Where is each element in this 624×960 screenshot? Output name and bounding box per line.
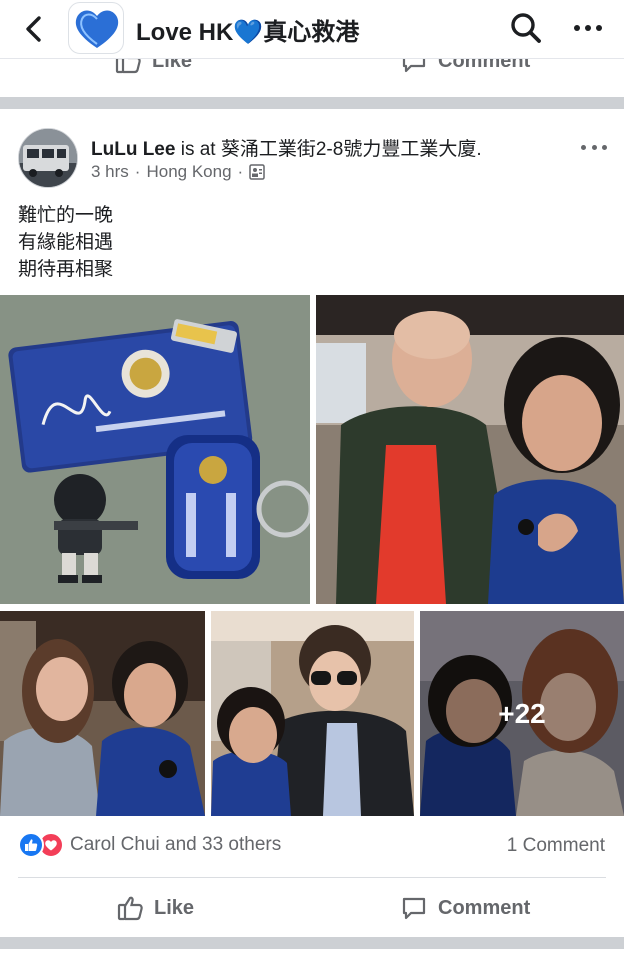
back-button[interactable] xyxy=(18,13,50,45)
more-photos-overlay[interactable]: +22 xyxy=(420,611,624,816)
post-author-line: LuLu Lee is at 葵涌工業街2-8號力豐工業大廈. xyxy=(91,134,482,161)
comment-icon xyxy=(402,59,426,73)
author-avatar[interactable] xyxy=(18,128,78,188)
feed-separator xyxy=(0,937,624,949)
photo-two-women[interactable] xyxy=(0,611,205,816)
action-divider xyxy=(18,877,606,878)
comments-count[interactable]: 1 Comment xyxy=(507,835,605,857)
previous-comment-label: Comment xyxy=(438,58,531,72)
dot xyxy=(574,25,580,31)
photo-image xyxy=(211,611,414,816)
post-meta: 3 hrs · Hong Kong · xyxy=(91,162,265,182)
comment-label: Comment xyxy=(438,896,531,919)
post-text-line: 期待再相聚 xyxy=(18,259,114,280)
public-audience-icon xyxy=(249,164,265,180)
like-reaction-icon xyxy=(18,832,44,858)
photo-usb-card-keychain[interactable] xyxy=(0,295,310,604)
photo-image xyxy=(0,611,205,816)
avatar-photo xyxy=(19,129,77,187)
search-icon xyxy=(511,13,541,43)
post-text-line: 難忙的一晚 xyxy=(18,205,114,226)
page-avatar[interactable] xyxy=(68,2,124,54)
search-button[interactable] xyxy=(508,10,544,46)
dot xyxy=(591,144,597,150)
check-in-text[interactable]: is at 葵涌工業街2-8號力豐工業大廈. xyxy=(175,139,482,160)
meta-dot: · xyxy=(134,162,141,181)
reactions-text: Carol Chui and 33 others xyxy=(70,834,282,855)
post-location[interactable]: Hong Kong xyxy=(146,162,231,182)
previous-comment-button[interactable]: Comment xyxy=(400,58,531,75)
dot xyxy=(602,144,607,150)
page-title[interactable]: Love HK💙真心救港 xyxy=(136,12,359,47)
chevron-left-icon xyxy=(26,16,41,42)
more-options-button[interactable] xyxy=(570,14,606,42)
photo-image xyxy=(316,295,624,604)
heart-logo-icon xyxy=(75,10,119,48)
post-text-line: 有緣能相遇 xyxy=(18,232,114,253)
post-options-button[interactable] xyxy=(578,140,610,154)
like-button[interactable]: Like xyxy=(116,893,194,923)
top-bar: Love HK💙真心救港 xyxy=(0,0,624,58)
post-text: 難忙的一晚 有緣能相遇 期待再相聚 xyxy=(18,202,113,283)
feed-separator xyxy=(0,97,624,109)
dot xyxy=(581,144,586,150)
photo-two-people-selfie[interactable] xyxy=(316,295,624,604)
dot xyxy=(596,25,602,31)
more-photos-count: +22 xyxy=(498,697,546,729)
author-name[interactable]: LuLu Lee xyxy=(91,139,175,160)
post-time[interactable]: 3 hrs xyxy=(91,162,129,182)
dot xyxy=(585,25,591,31)
thumbs-up-icon xyxy=(117,896,143,921)
meta-dot: · xyxy=(237,162,244,181)
previous-like-label: Like xyxy=(152,58,193,72)
thumbs-up-icon xyxy=(115,59,141,74)
photo-woman-and-man-sunglasses[interactable] xyxy=(211,611,414,816)
reactions-summary[interactable]: Carol Chui and 33 others xyxy=(18,832,281,858)
like-label: Like xyxy=(154,896,195,919)
previous-post-actions: Like Comment xyxy=(0,58,624,82)
comment-button[interactable]: Comment xyxy=(400,893,530,923)
photo-more-images[interactable]: +22 xyxy=(420,611,624,816)
photo-image xyxy=(0,295,310,604)
comment-icon xyxy=(402,897,426,920)
previous-like-button[interactable]: Like xyxy=(114,58,193,75)
